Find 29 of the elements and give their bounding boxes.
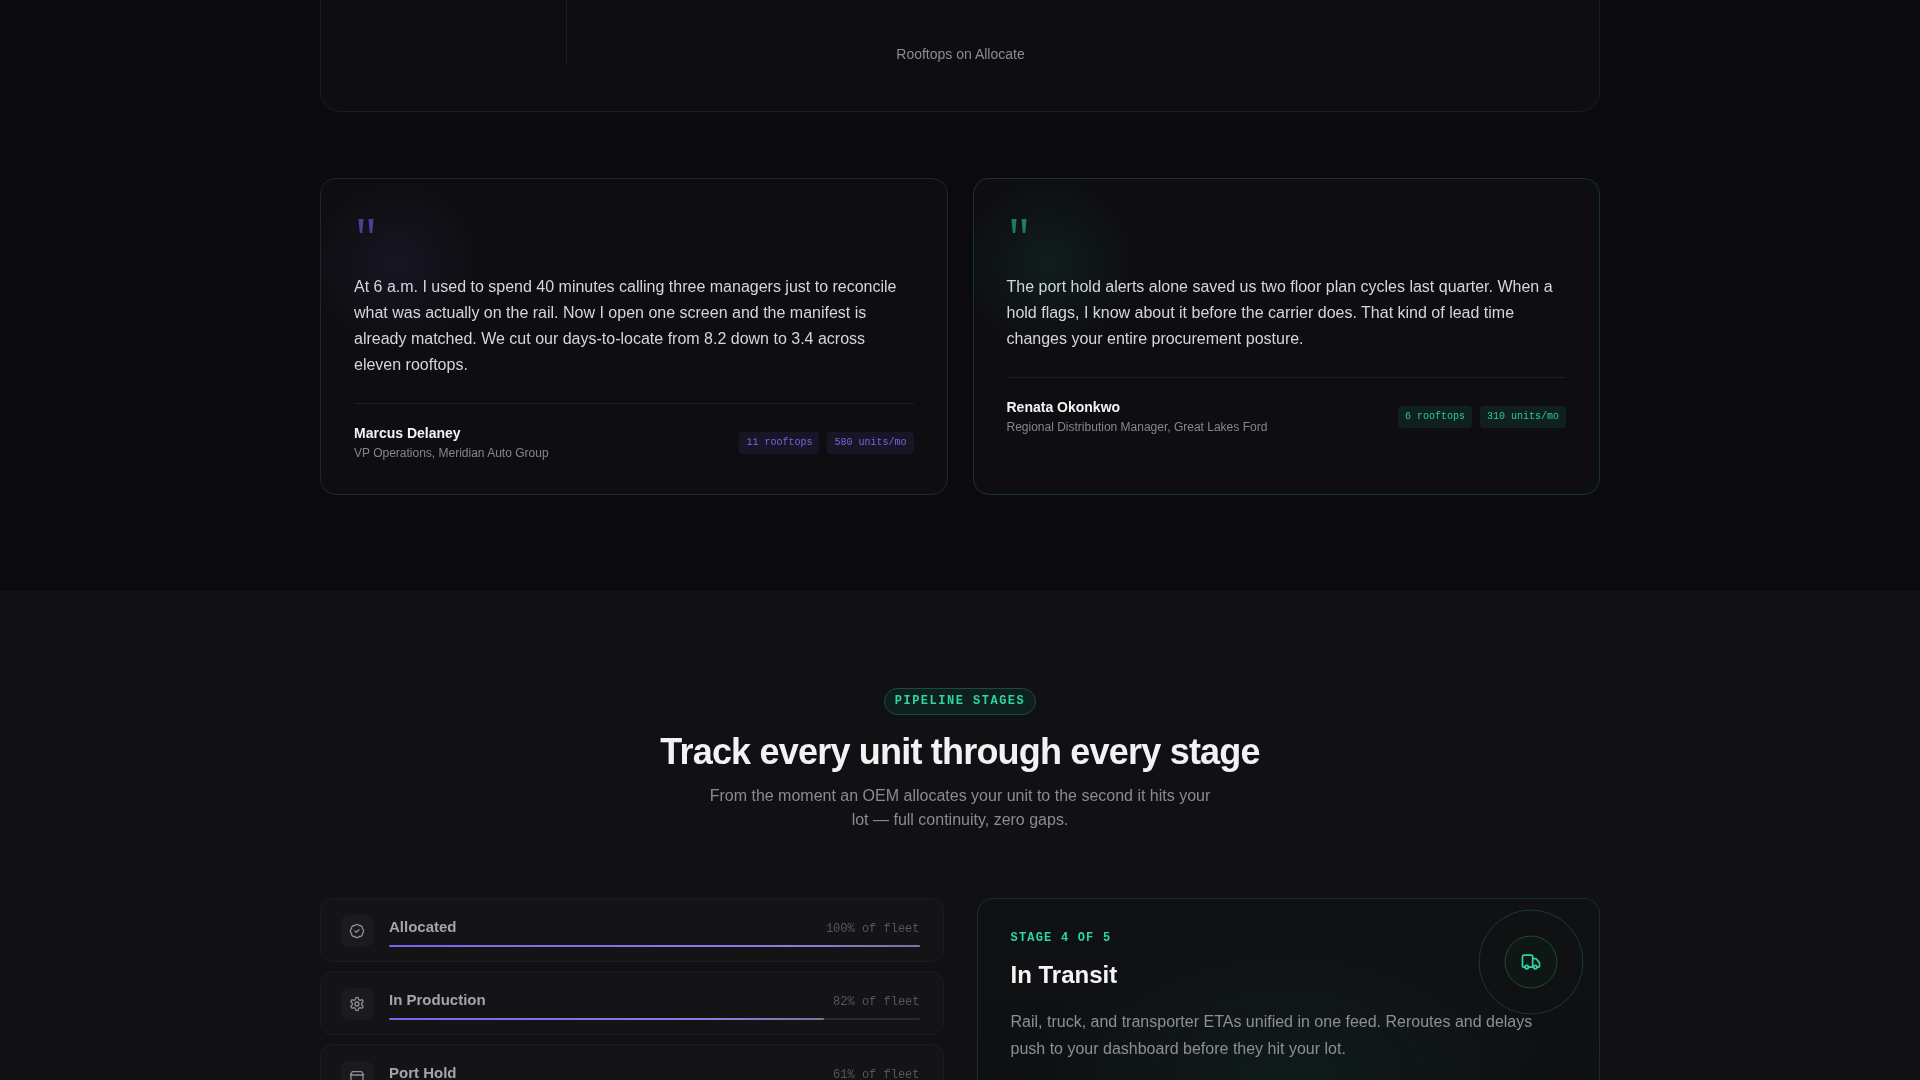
stat-tag: 580 units/mo <box>827 431 914 454</box>
author-name: Renata Okonkwo <box>1006 398 1122 416</box>
stat-tag: 6 rooftops <box>1397 405 1472 428</box>
author-role: VP Operations, Meridian Auto Group <box>354 445 549 461</box>
stat-tag: 11 rooftops <box>739 431 820 454</box>
author-role: Regional Distribution Manager, Great Lakes Ford <box>1006 419 1268 435</box>
stage-label: In Production <box>389 992 486 1008</box>
stage-row[interactable]: Allocated 100% of fleet <box>320 898 944 962</box>
stat-label: Rooftops on Allocate <box>896 45 1025 64</box>
section-heading: Track every unit through every stage <box>659 730 1261 774</box>
stage-row[interactable]: Port Hold 61% of fleet <box>320 1044 944 1080</box>
truck-icon <box>1478 909 1584 1015</box>
stage-share: 82% of fleet <box>833 994 920 1010</box>
gear-icon <box>341 988 373 1020</box>
section-badge: PIPELINE STAGES <box>883 688 1037 715</box>
stage-counter: STAGE 4 OF 5 <box>1010 931 1112 945</box>
author-name: Marcus Delaney <box>354 424 462 442</box>
stage-row[interactable]: In Production 82% of fleet <box>320 971 944 1035</box>
testimonial-quote: At 6 a.m. I used to spend 40 minutes calling three managers just to reconcile what was actually on the rail. Now I open one screen and the manifest is already matched. We cut our days-to-locate from 8.2 down to 3.4 across eleven rooftops. <box>354 277 898 375</box>
badge-check-icon <box>341 915 373 947</box>
stage-label: Allocated <box>389 919 457 935</box>
stage-share: 100% of fleet <box>825 921 920 937</box>
section-subtitle: From the moment an OEM allocates your unit to the second it hits your lot — full continuity, zero gaps. <box>708 786 1212 830</box>
stat-tag: 310 units/mo <box>1480 405 1566 428</box>
stage-label: Port Hold <box>389 1065 457 1080</box>
stage-title: In Transit <box>1010 960 1118 990</box>
testimonial-quote: The port hold alerts alone saved us two floor plan cycles last quarter. When a hold flags, I know about it before the carrier does. That kind of lead time changes your entire procurement posture. <box>1006 277 1554 349</box>
stage-description: Rail, truck, and transporter ETAs unified in one feed. Reroutes and delays push to your dashboard before they hit your lot. <box>1010 1012 1534 1059</box>
stage-share: 61% of fleet <box>833 1067 920 1080</box>
